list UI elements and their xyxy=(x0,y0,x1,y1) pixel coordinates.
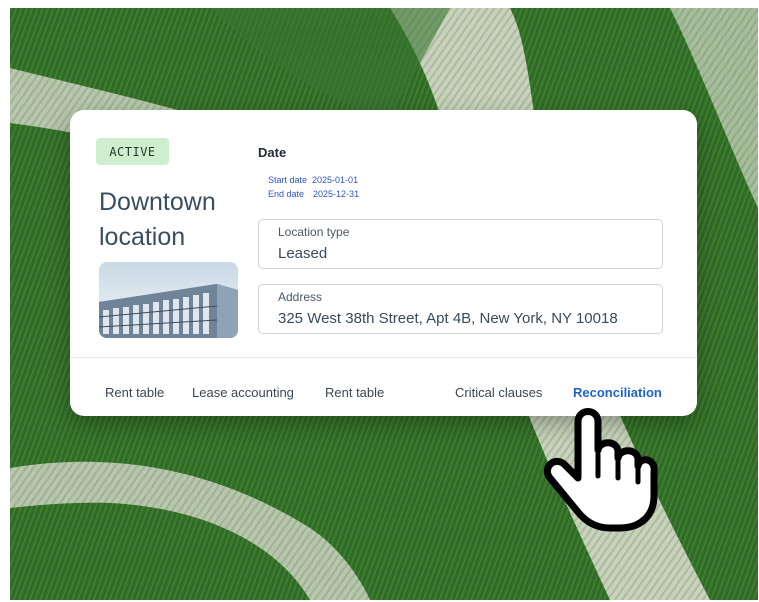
start-date-row: Start date 2025-01-01 xyxy=(268,175,358,185)
location-type-field[interactable]: Location type Leased xyxy=(258,219,663,269)
tab-critical-clauses[interactable]: Critical clauses xyxy=(455,385,542,400)
hand-pointer-icon xyxy=(540,398,660,537)
tab-rent-table-2[interactable]: Rent table xyxy=(325,385,384,400)
card-divider xyxy=(70,357,697,358)
date-section-label: Date xyxy=(258,145,287,160)
tab-lease-accounting[interactable]: Lease accounting xyxy=(192,385,294,400)
address-value: 325 West 38th Street, Apt 4B, New York, … xyxy=(278,310,618,327)
start-date-value: 2025-01-01 xyxy=(312,175,359,185)
end-date-label: End date xyxy=(268,189,305,199)
tab-rent-table[interactable]: Rent table xyxy=(105,385,164,400)
end-date-row: End date 2025-12-31 xyxy=(268,189,359,199)
location-card: ACTIVE Downtown location Date Start date… xyxy=(70,110,697,416)
building-photo xyxy=(99,262,238,338)
status-badge: ACTIVE xyxy=(96,138,169,165)
location-title: Downtown location xyxy=(99,188,216,251)
end-date-value: 2025-12-31 xyxy=(313,189,360,199)
address-label: Address xyxy=(278,290,323,304)
start-date-label: Start date xyxy=(268,175,308,185)
location-type-value: Leased xyxy=(278,245,328,262)
location-type-label: Location type xyxy=(278,225,350,239)
address-field[interactable]: Address 325 West 38th Street, Apt 4B, Ne… xyxy=(258,284,663,334)
